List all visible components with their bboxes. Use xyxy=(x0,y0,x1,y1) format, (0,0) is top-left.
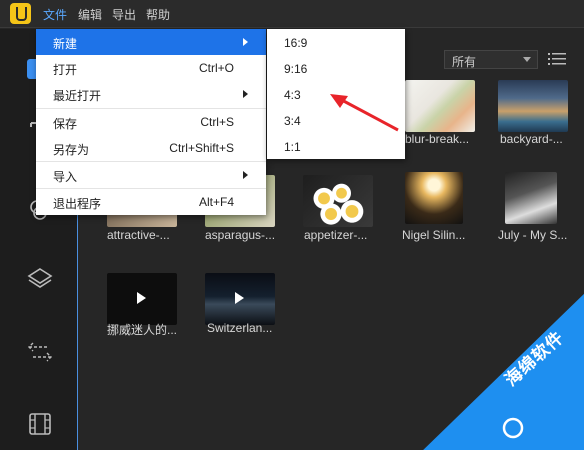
menu-item-open[interactable]: 打开 Ctrl+O xyxy=(36,55,266,81)
media-label: backyard-... xyxy=(500,132,563,146)
media-label: attractive-... xyxy=(107,228,170,242)
media-thumb-norway-video[interactable] xyxy=(107,273,177,325)
chevron-down-icon xyxy=(523,57,531,62)
menu-item-label: 导入 xyxy=(53,170,78,184)
file-menu-dropdown: 新建 打开 Ctrl+O 最近打开 保存 Ctrl+S 另存为 Ctrl+Shi… xyxy=(36,29,266,215)
aspect-9-16[interactable]: 9:16 xyxy=(267,55,405,81)
media-label: asparagus-... xyxy=(205,228,276,242)
play-icon xyxy=(235,292,244,304)
menu-item-import[interactable]: 导入 xyxy=(36,162,266,188)
menu-item-label: 另存为 xyxy=(53,143,90,157)
overlays-icon[interactable] xyxy=(27,266,53,292)
media-thumb-switzerland-video[interactable] xyxy=(205,273,275,325)
menu-item-label: 打开 xyxy=(53,63,78,77)
menu-item-shortcut: Ctrl+O xyxy=(198,61,234,75)
menu-file[interactable]: 文件 xyxy=(43,6,67,23)
media-thumb-nigel-silin[interactable] xyxy=(405,172,463,224)
submenu-label: 16:9 xyxy=(284,36,308,50)
media-thumb-july[interactable] xyxy=(505,172,557,224)
menu-item-label: 最近打开 xyxy=(53,89,102,103)
menu-item-new[interactable]: 新建 xyxy=(36,29,266,55)
chevron-right-icon xyxy=(243,171,248,179)
transitions-icon[interactable] xyxy=(27,339,53,365)
media-thumb-blur-breakfast[interactable] xyxy=(405,80,475,132)
aspect-16-9[interactable]: 16:9 xyxy=(267,29,405,55)
menu-item-shortcut: Ctrl+Shift+S xyxy=(169,141,234,155)
media-label: blur-break... xyxy=(405,132,470,146)
media-thumb-backyard[interactable] xyxy=(498,80,568,132)
chevron-right-icon xyxy=(243,90,248,98)
video-editor-window: 文件 编辑 导出 帮助 所有 blur-break... backyard-..… xyxy=(0,0,584,450)
media-label: 挪威迷人的... xyxy=(107,323,178,337)
menu-help[interactable]: 帮助 xyxy=(146,6,170,23)
menu-item-label: 退出程序 xyxy=(53,197,102,211)
submenu-label: 4:3 xyxy=(284,88,301,102)
media-label: Nigel Silin... xyxy=(402,228,466,242)
menubar: 文件 编辑 导出 帮助 xyxy=(0,0,584,28)
menu-item-recent[interactable]: 最近打开 xyxy=(36,81,266,107)
menu-item-exit[interactable]: 退出程序 Alt+F4 xyxy=(36,189,266,215)
menu-item-save[interactable]: 保存 Ctrl+S xyxy=(36,109,266,135)
media-label: Switzerlan... xyxy=(207,321,273,335)
submenu-label: 1:1 xyxy=(284,140,301,154)
submenu-label: 9:16 xyxy=(284,62,308,76)
red-arrow-annotation-icon xyxy=(330,94,399,132)
app-logo-icon xyxy=(10,3,31,24)
media-label: July - My S... xyxy=(498,228,568,242)
menu-item-shortcut: Alt+F4 xyxy=(198,195,234,209)
menu-item-label: 新建 xyxy=(53,37,78,51)
menu-edit[interactable]: 编辑 xyxy=(78,6,102,23)
filter-value: 所有 xyxy=(452,55,477,69)
media-thumb-appetizer[interactable] xyxy=(303,175,373,227)
menu-item-label: 保存 xyxy=(53,117,78,131)
submenu-label: 3:4 xyxy=(284,114,301,128)
menu-item-shortcut: Ctrl+S xyxy=(200,115,234,129)
play-icon xyxy=(137,292,146,304)
aspect-1-1[interactable]: 1:1 xyxy=(267,133,405,159)
media-label: appetizer-... xyxy=(304,228,368,242)
menu-export[interactable]: 导出 xyxy=(112,6,136,23)
media-filter-select[interactable]: 所有 xyxy=(444,50,538,69)
chevron-right-icon xyxy=(243,38,248,46)
elements-film-icon[interactable] xyxy=(27,411,53,437)
menu-item-save-as[interactable]: 另存为 Ctrl+Shift+S xyxy=(36,135,266,161)
list-view-icon[interactable] xyxy=(548,51,566,67)
